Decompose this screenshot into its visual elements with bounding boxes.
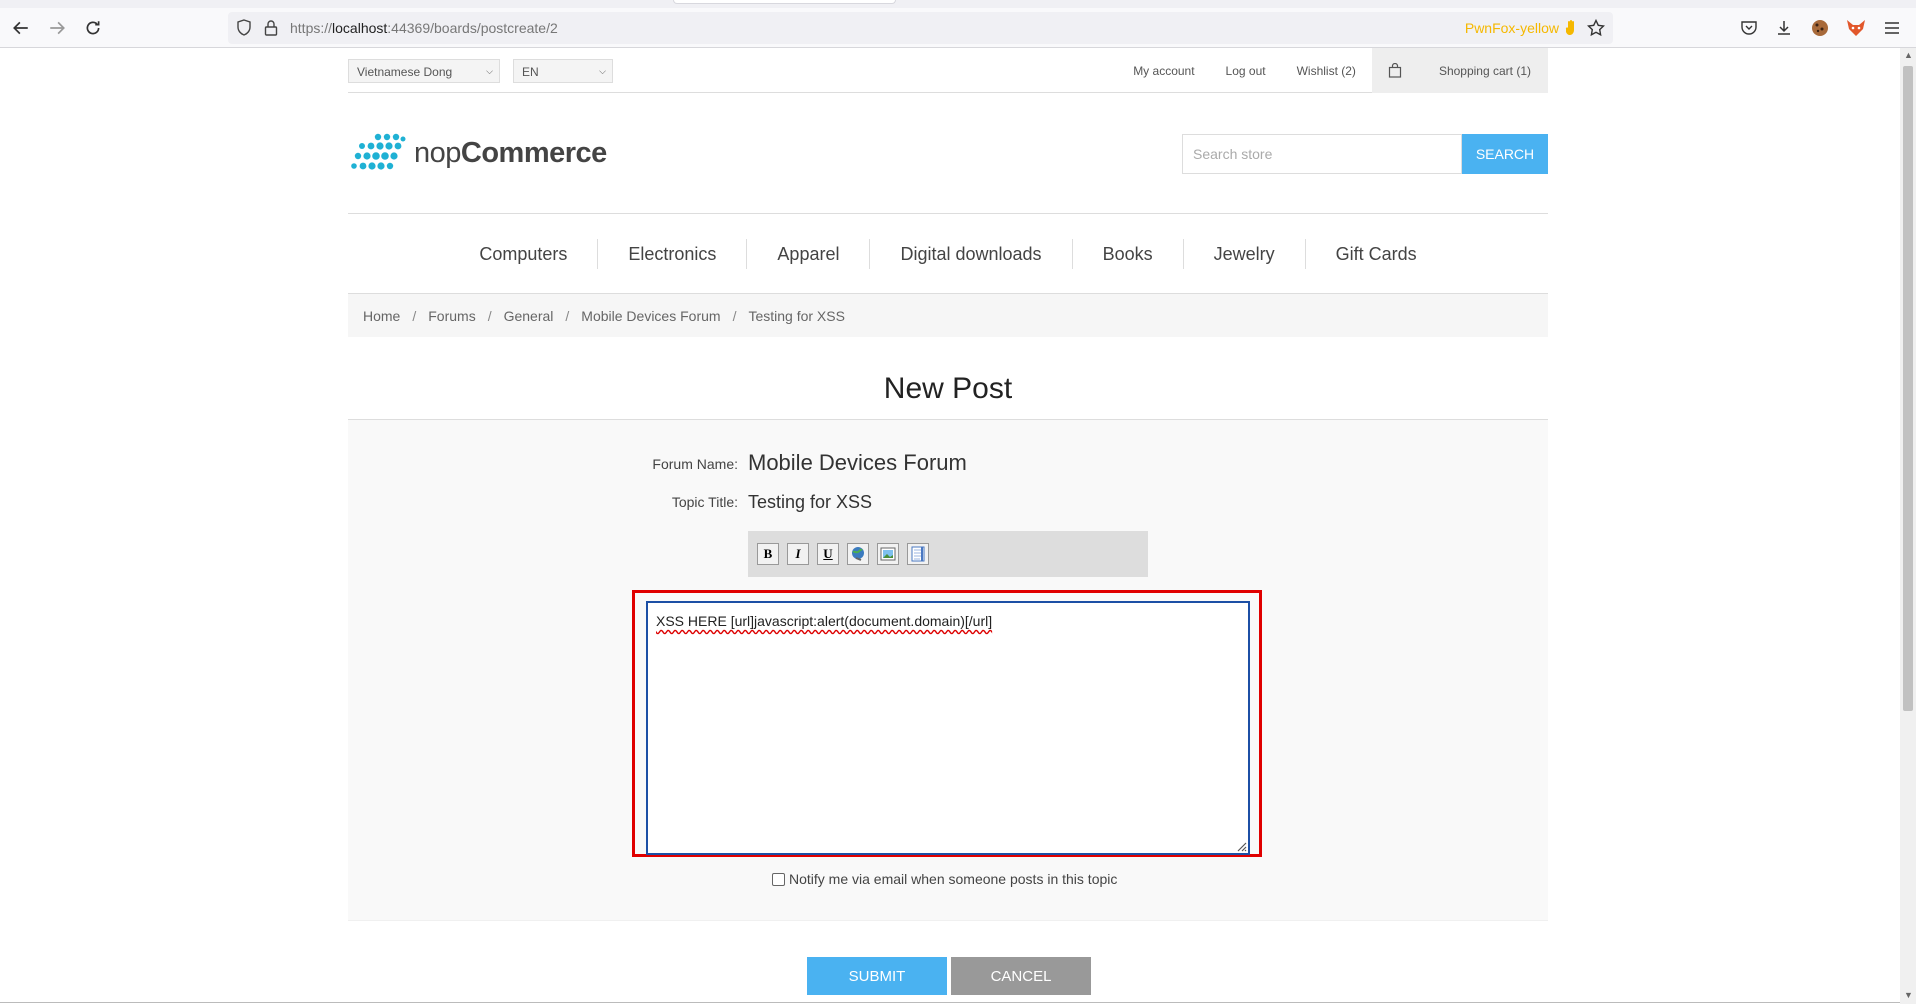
url-text: https://localhost:44369/boards/postcreat… <box>290 20 558 36</box>
link-icon[interactable] <box>847 543 869 565</box>
forum-name-label: Forum Name: <box>652 456 738 472</box>
log-out-link[interactable]: Log out <box>1226 64 1266 78</box>
post-text-area[interactable]: XSS HERE [url]javascript:alert(document.… <box>646 601 1250 855</box>
menu-item-digital-downloads[interactable]: Digital downloads <box>869 238 1071 269</box>
currency-value: Vietnamese Dong <box>357 65 453 79</box>
quote-icon[interactable] <box>907 543 929 565</box>
breadcrumb-separator: / <box>487 307 492 324</box>
header-lower: nopCommerce Search store SEARCH <box>348 93 1548 213</box>
pocket-icon[interactable] <box>1737 16 1761 40</box>
topic-title-value: Testing for XSS <box>748 492 873 512</box>
page-scrollbar[interactable]: ▲ ▼ <box>1900 48 1916 1004</box>
currency-select[interactable]: Vietnamese Dong ⌵ <box>348 59 500 83</box>
breadcrumb-separator: / <box>412 307 417 324</box>
page-content: Vietnamese Dong ⌵ EN ⌵ My account Log ou… <box>348 48 1548 921</box>
notify-checkbox[interactable] <box>772 872 785 886</box>
language-value: EN <box>522 65 539 79</box>
top-menu: Computers Electronics Apparel Digital do… <box>348 213 1548 294</box>
my-account-link[interactable]: My account <box>1133 64 1194 78</box>
italic-icon[interactable]: I <box>787 543 809 565</box>
download-icon[interactable] <box>1772 16 1796 40</box>
bold-icon[interactable]: B <box>757 543 779 565</box>
language-select[interactable]: EN ⌵ <box>513 59 613 83</box>
search-box: Search store SEARCH <box>1182 134 1548 174</box>
breadcrumb-general[interactable]: General <box>504 308 554 324</box>
menu-item-apparel[interactable]: Apparel <box>746 238 869 269</box>
breadcrumb-forums[interactable]: Forums <box>428 308 475 324</box>
active-tab-edge[interactable] <box>673 0 896 4</box>
header-links: My account Log out Wishlist (2) Shopping… <box>1102 48 1548 93</box>
bbcode-toolbar: B I U <box>748 531 1148 577</box>
breadcrumb-separator: / <box>565 307 570 324</box>
back-icon[interactable] <box>8 16 34 40</box>
shield-icon[interactable] <box>236 19 252 37</box>
container-hand-icon <box>1565 20 1574 35</box>
breadcrumb-current: Testing for XSS <box>748 307 845 324</box>
breadcrumb-forum[interactable]: Mobile Devices Forum <box>581 308 720 324</box>
forward-icon[interactable] <box>44 16 70 40</box>
bookmark-star-icon[interactable] <box>1587 19 1605 37</box>
pwnfox-icon[interactable] <box>1844 16 1868 40</box>
logo-text: nopCommerce <box>414 136 607 169</box>
breadcrumb-separator: / <box>732 307 737 324</box>
menu-item-computers[interactable]: Computers <box>449 239 597 269</box>
breadcrumb-home[interactable]: Home <box>363 308 400 324</box>
wishlist-link[interactable]: Wishlist (2) <box>1297 64 1356 78</box>
image-icon[interactable] <box>877 543 899 565</box>
cancel-button[interactable]: CANCEL <box>951 957 1091 995</box>
scroll-down-icon[interactable]: ▼ <box>1904 990 1913 1000</box>
breadcrumb: Home / Forums / General / Mobile Devices Fo… <box>348 294 1548 337</box>
tab-strip <box>0 0 1916 8</box>
menu-icon[interactable] <box>1880 16 1904 40</box>
menu-item-gift-cards[interactable]: Gift Cards <box>1304 238 1447 269</box>
shopping-cart-link[interactable]: Shopping cart (1) <box>1371 48 1548 93</box>
submit-button[interactable]: SUBMIT <box>807 957 947 995</box>
scroll-up-icon[interactable]: ▲ <box>1904 50 1913 60</box>
store-logo[interactable]: nopCommerce <box>350 133 607 173</box>
notify-option[interactable]: Notify me via email when someone posts i… <box>772 871 1117 887</box>
shopping-bag-icon <box>1388 63 1402 78</box>
forum-name-value: Mobile Devices Forum <box>748 450 967 475</box>
new-post-form: Forum Name: Mobile Devices Forum Topic T… <box>348 420 1548 921</box>
url-bar[interactable]: https://localhost:44369/boards/postcreat… <box>228 12 1613 44</box>
search-button[interactable]: SEARCH <box>1462 134 1548 174</box>
cart-label: Shopping cart (1) <box>1438 63 1531 78</box>
chevron-down-icon: ⌵ <box>599 66 606 76</box>
bottom-divider <box>0 1002 1900 1003</box>
post-text: XSS HERE [url]javascript:alert(document.… <box>656 613 993 629</box>
browser-toolbar: https://localhost:44369/boards/postcreat… <box>0 8 1916 48</box>
logo-dots-icon <box>351 133 406 170</box>
cookie-icon[interactable] <box>1808 16 1832 40</box>
menu-item-electronics[interactable]: Electronics <box>597 238 746 269</box>
underline-icon[interactable]: U <box>817 543 839 565</box>
notify-label: Notify me via email when someone posts i… <box>789 871 1118 887</box>
container-label: PwnFox-yellow <box>1464 20 1559 36</box>
resize-grip-icon[interactable] <box>1235 840 1247 852</box>
lock-icon[interactable] <box>264 19 278 37</box>
scrollbar-thumb[interactable] <box>1903 66 1913 711</box>
page-title: New Post <box>348 337 1548 420</box>
search-input[interactable]: Search store <box>1182 134 1462 174</box>
menu-item-jewelry[interactable]: Jewelry <box>1182 238 1305 269</box>
menu-item-books[interactable]: Books <box>1071 238 1183 269</box>
reload-icon[interactable] <box>80 16 106 40</box>
chevron-down-icon: ⌵ <box>486 66 493 76</box>
header-upper: Vietnamese Dong ⌵ EN ⌵ My account Log ou… <box>348 48 1548 93</box>
topic-title-label: Topic Title: <box>671 494 738 510</box>
